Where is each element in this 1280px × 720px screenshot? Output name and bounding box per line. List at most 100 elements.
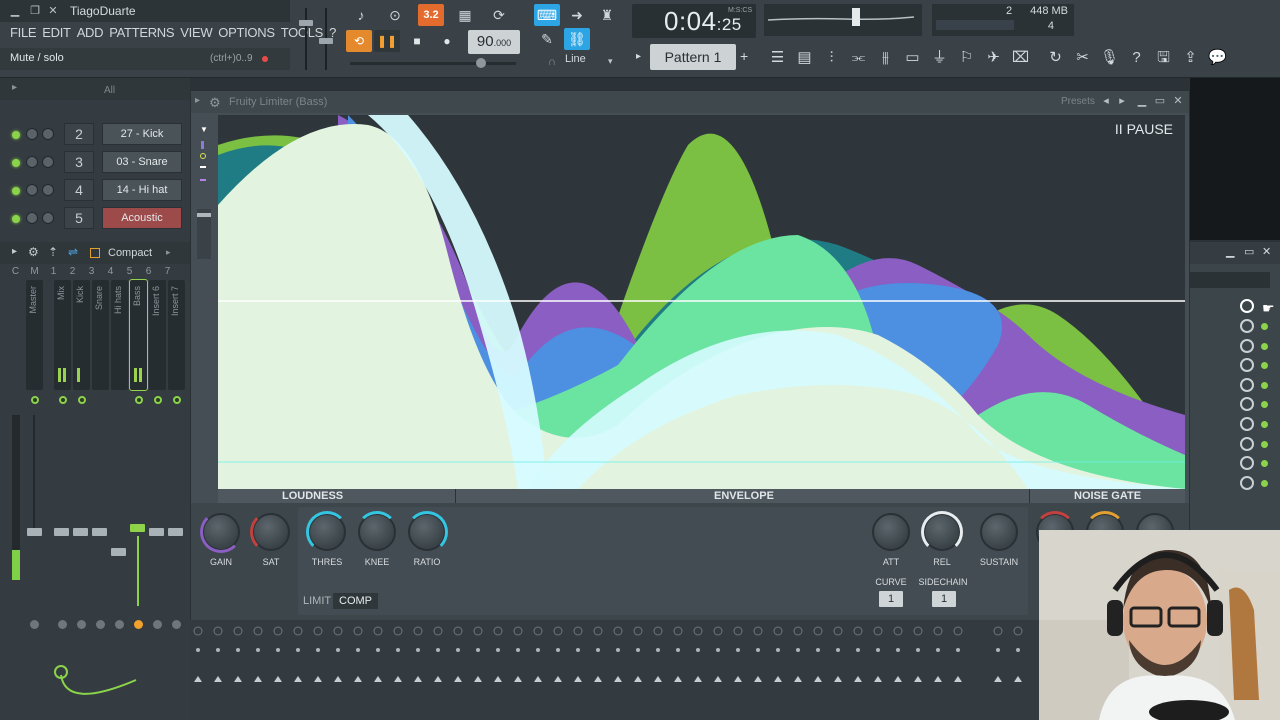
pan-knob[interactable] <box>58 620 67 629</box>
snap-dropdown-icon[interactable]: ▾ <box>608 56 613 67</box>
pencil-icon[interactable]: ✎ <box>534 28 560 50</box>
channel-row[interactable]: 5 Acoustic <box>6 206 186 232</box>
ratio-knob[interactable] <box>406 511 448 553</box>
mixer-track-master[interactable]: Master <box>26 280 43 390</box>
channel-name[interactable]: 27 - Kick <box>102 123 182 145</box>
step-toggle[interactable] <box>1240 476 1254 490</box>
recording-icon[interactable]: ✈ <box>980 42 1007 74</box>
restore-icon[interactable]: ❐ <box>28 4 42 18</box>
step-toggle[interactable] <box>1240 417 1254 431</box>
stop-button[interactable]: ■ <box>404 30 430 52</box>
step-edit-icon[interactable]: ▦ <box>452 4 478 26</box>
channel-mixer-track[interactable]: 3 <box>64 151 94 173</box>
step-toggle[interactable] <box>1240 299 1254 313</box>
mixer-track-hihats[interactable]: Hi hats <box>111 280 128 390</box>
release-knob[interactable] <box>921 511 963 553</box>
route-toggle[interactable] <box>173 396 181 404</box>
chat-icon[interactable]: 💬 <box>1204 42 1231 74</box>
plugin-db-icon[interactable]: ⚐ <box>953 42 980 74</box>
pause-button[interactable]: II PAUSE <box>1115 121 1173 137</box>
maximize-icon[interactable]: ▭ <box>1153 94 1167 107</box>
fader-handle[interactable] <box>168 528 183 536</box>
step-toggle[interactable] <box>1240 378 1254 392</box>
menu-view[interactable]: VIEW <box>178 24 214 44</box>
side-panel-search[interactable] <box>1190 272 1270 288</box>
channel-name[interactable]: 03 - Snare <box>102 151 182 173</box>
link-icon[interactable]: ⛓ <box>564 28 590 50</box>
record-button[interactable]: ● <box>434 30 460 52</box>
sat-knob[interactable] <box>250 511 290 553</box>
threshold-knob[interactable] <box>306 511 348 553</box>
step-toggle[interactable] <box>1240 358 1254 372</box>
fader-handle[interactable] <box>92 528 107 536</box>
mixer-track-bass[interactable]: Bass <box>129 279 148 391</box>
refresh-icon[interactable]: ↻ <box>1042 42 1069 74</box>
channel-volume-knob[interactable] <box>26 184 38 196</box>
mic-icon[interactable]: ⌧ <box>1007 42 1034 74</box>
pan-knob[interactable] <box>30 620 39 629</box>
channel-volume-knob[interactable] <box>26 156 38 168</box>
channel-mute-led[interactable] <box>12 215 20 223</box>
view-toggle-icon[interactable] <box>200 166 206 168</box>
master-pitch-handle[interactable] <box>319 38 333 44</box>
browser-icon[interactable]: ▭ <box>899 42 926 74</box>
channel-mute-led[interactable] <box>12 131 20 139</box>
mixer-mode[interactable]: Compact <box>108 247 152 259</box>
mixer-next-icon[interactable]: ▸ <box>166 247 171 258</box>
channel-rack-icon[interactable]: ⫶ <box>818 42 845 74</box>
channel-volume-knob[interactable] <box>26 212 38 224</box>
attack-knob[interactable] <box>872 513 910 551</box>
mixer-view-icon[interactable] <box>90 248 100 258</box>
gain-knob[interactable] <box>200 511 242 553</box>
mixer-link-icon[interactable]: ⇌ <box>68 245 78 259</box>
fader-handle[interactable] <box>73 528 88 536</box>
menu-file[interactable]: FILE <box>8 24 38 44</box>
master-volume[interactable] <box>296 4 336 74</box>
step-toggle[interactable] <box>1240 397 1254 411</box>
view-toggle-icon[interactable] <box>200 153 206 159</box>
channel-mute-led[interactable] <box>12 159 20 167</box>
menu-options[interactable]: OPTIONS <box>216 24 276 44</box>
pattern-selector[interactable]: Pattern 1 <box>650 44 736 70</box>
step-toggle[interactable] <box>1240 319 1254 333</box>
mixer-track-kick[interactable]: Kick <box>73 280 90 390</box>
metronome-icon[interactable]: ♪ <box>348 4 374 26</box>
close-icon[interactable]: ✕ <box>46 4 60 18</box>
fader-handle[interactable] <box>111 548 126 556</box>
sustain-knob[interactable] <box>980 513 1018 551</box>
master-pitch-slider[interactable] <box>350 62 516 65</box>
route-toggle[interactable] <box>154 396 162 404</box>
master-pitch-knob[interactable] <box>476 58 486 68</box>
channel-row[interactable]: 2 27 - Kick <box>6 122 186 148</box>
help-icon[interactable]: ? <box>1123 42 1150 74</box>
pan-knob[interactable] <box>153 620 162 629</box>
channel-mixer-track[interactable]: 4 <box>64 179 94 201</box>
mixer-icon[interactable]: ⫘ <box>845 42 872 74</box>
pause-button[interactable]: ❚❚ <box>374 30 400 52</box>
mixer-track-insert7[interactable]: Insert 7 <box>168 280 185 390</box>
mixer-expand-icon[interactable]: ▸ <box>12 246 17 257</box>
channel-pan-knob[interactable] <box>42 156 54 168</box>
pattern-prev-icon[interactable]: ▸ <box>636 46 648 68</box>
master-volume-handle[interactable] <box>299 20 313 26</box>
channel-row[interactable]: 4 14 - Hi hat <box>6 178 186 204</box>
fader-handle[interactable] <box>54 528 69 536</box>
playlist-icon[interactable]: ☰ <box>764 42 791 74</box>
knee-knob[interactable] <box>356 511 398 551</box>
route-toggle[interactable] <box>59 396 67 404</box>
channel-mixer-track[interactable]: 5 <box>64 207 94 229</box>
plugin-menu-arrow-icon[interactable]: ▸ <box>195 95 200 106</box>
microphone-icon[interactable]: 🎙 <box>1096 42 1123 74</box>
typing-keyboard-icon[interactable]: ⌨ <box>534 4 560 26</box>
envelope-graph[interactable]: II PAUSE <box>218 115 1185 489</box>
mixer-tools-icon[interactable]: ⚙ <box>28 245 39 259</box>
presets-label[interactable]: Presets <box>1061 96 1095 107</box>
pan-knob[interactable] <box>96 620 105 629</box>
channel-mixer-track[interactable]: 2 <box>64 123 94 145</box>
loop-record-icon[interactable]: ⟳ <box>486 4 512 26</box>
export-icon[interactable]: ⇪ <box>1177 42 1204 74</box>
view-toggle-icon[interactable] <box>201 141 204 149</box>
curve-field[interactable]: 1 <box>879 591 903 607</box>
mixer-track-insert6[interactable]: Insert 6 <box>149 280 166 390</box>
preset-next-icon[interactable]: ▸ <box>1115 94 1129 107</box>
